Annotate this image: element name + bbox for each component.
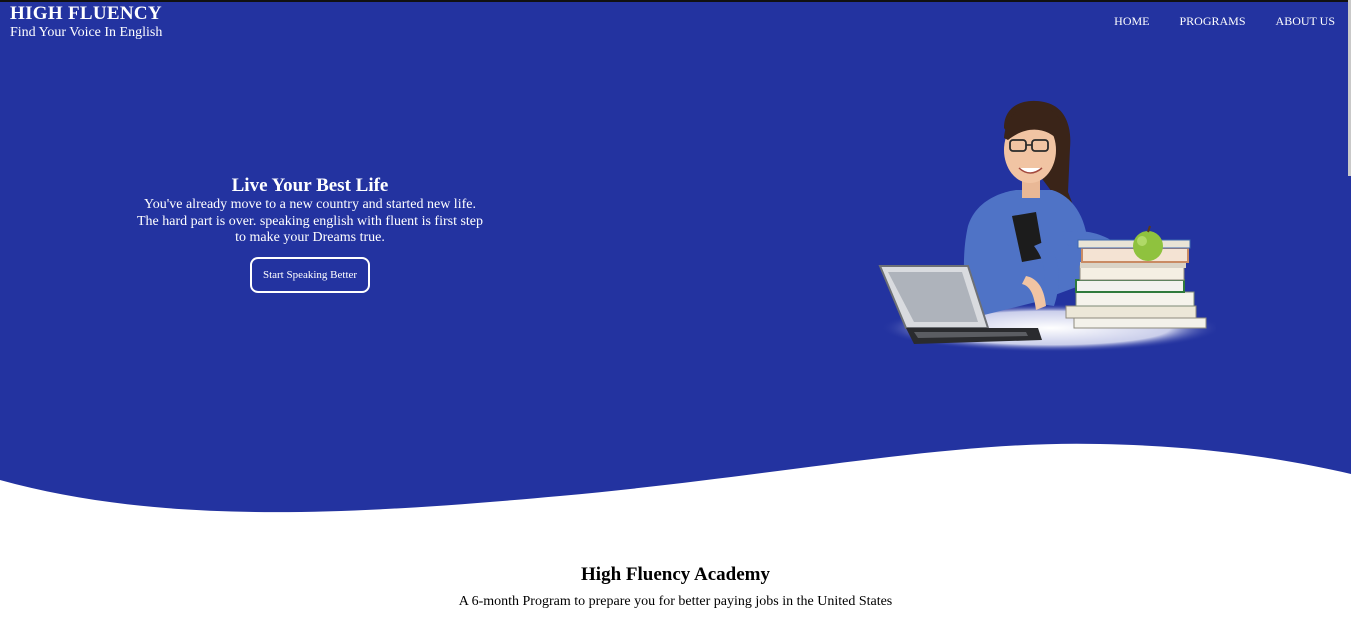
hero-wave-divider	[0, 443, 1351, 524]
page: HIGH FLUENCY Find Your Voice In English …	[0, 0, 1351, 624]
nav-home[interactable]: HOME	[1114, 14, 1149, 28]
hero-line-2: The hard part is over. speaking english …	[136, 213, 484, 229]
start-speaking-button[interactable]: Start Speaking Better	[249, 256, 371, 293]
brand-title: HIGH FLUENCY	[10, 3, 162, 24]
main-nav: HOME PROGRAMS ABOUT US	[1114, 14, 1335, 28]
hero-illustration	[878, 100, 1216, 352]
top-divider	[0, 0, 1351, 2]
nav-programs[interactable]: PROGRAMS	[1180, 14, 1246, 28]
hero-line-1: You've already move to a new country and…	[144, 197, 476, 212]
brand[interactable]: HIGH FLUENCY Find Your Voice In English	[10, 3, 162, 41]
hero-title: Live Your Best Life	[231, 175, 389, 196]
academy-title: High Fluency Academy	[581, 564, 770, 585]
academy-subtitle: A 6-month Program to prepare you for bet…	[458, 594, 893, 609]
hero-text: Live Your Best Life You've already move …	[120, 175, 500, 293]
hero-line-3: to make your Dreams true.	[235, 230, 385, 245]
brand-tagline: Find Your Voice In English	[10, 25, 163, 40]
academy-section: High Fluency Academy A 6-month Program t…	[0, 562, 1351, 610]
nav-about-us[interactable]: ABOUT US	[1276, 14, 1335, 28]
